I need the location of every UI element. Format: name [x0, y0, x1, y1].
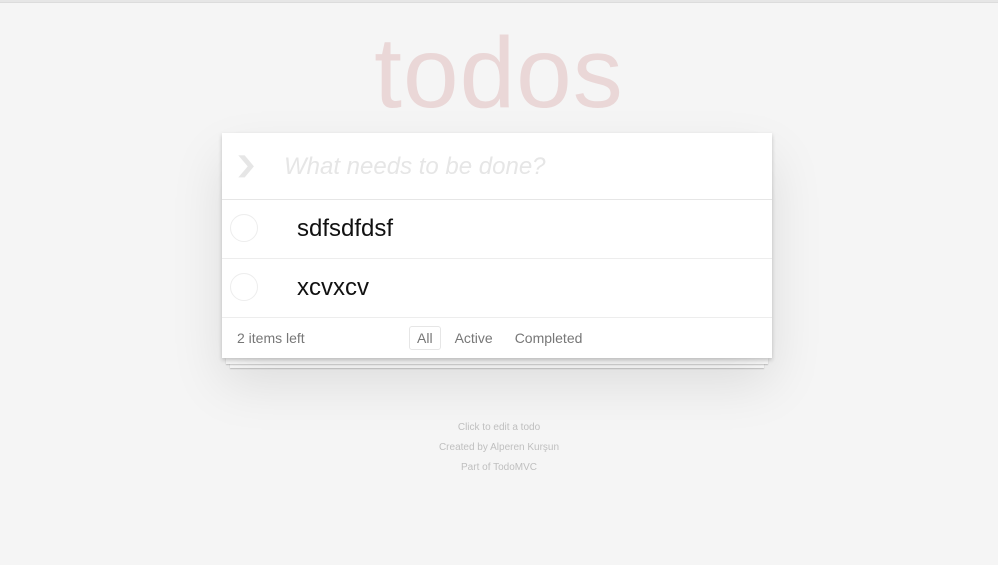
- filter-all[interactable]: All: [409, 326, 441, 350]
- new-todo-input[interactable]: [282, 145, 756, 189]
- todo-label[interactable]: xcvxcv: [297, 273, 369, 303]
- todo-list: sdfsdfdsf xcvxcv: [222, 200, 772, 318]
- todo-checkbox[interactable]: [230, 214, 258, 242]
- header: ❯: [222, 133, 772, 200]
- top-border: [0, 0, 998, 3]
- todo-label[interactable]: sdfsdfdsf: [297, 214, 393, 244]
- info-credits: Created by Alperen Kurşun: [438, 442, 560, 453]
- todomvc-link[interactable]: TodoMVC: [493, 462, 537, 473]
- filter-active[interactable]: Active: [447, 326, 501, 350]
- info-footer: Click to edit a todo Created by Alperen …: [0, 423, 998, 483]
- todo-count: 2 items left: [237, 330, 305, 346]
- todo-item[interactable]: xcvxcv: [222, 259, 772, 318]
- todo-app: ❯ sdfsdfdsf xcvxcv 2 items left All Acti…: [222, 133, 772, 358]
- todo-item[interactable]: sdfsdfdsf: [222, 200, 772, 259]
- info-part-of: Part of TodoMVC: [461, 462, 537, 473]
- stack-shadow-layer: [226, 358, 768, 364]
- author-link[interactable]: Alperen Kurşun: [490, 442, 559, 453]
- filters: All Active Completed: [406, 326, 593, 350]
- todo-checkbox[interactable]: [230, 273, 258, 301]
- filter-completed[interactable]: Completed: [507, 326, 591, 350]
- app-title: todos: [374, 17, 624, 129]
- footer: 2 items left All Active Completed: [222, 318, 772, 358]
- chevron-down-icon[interactable]: ❯: [233, 154, 259, 176]
- info-edit-hint: Click to edit a todo: [457, 422, 541, 433]
